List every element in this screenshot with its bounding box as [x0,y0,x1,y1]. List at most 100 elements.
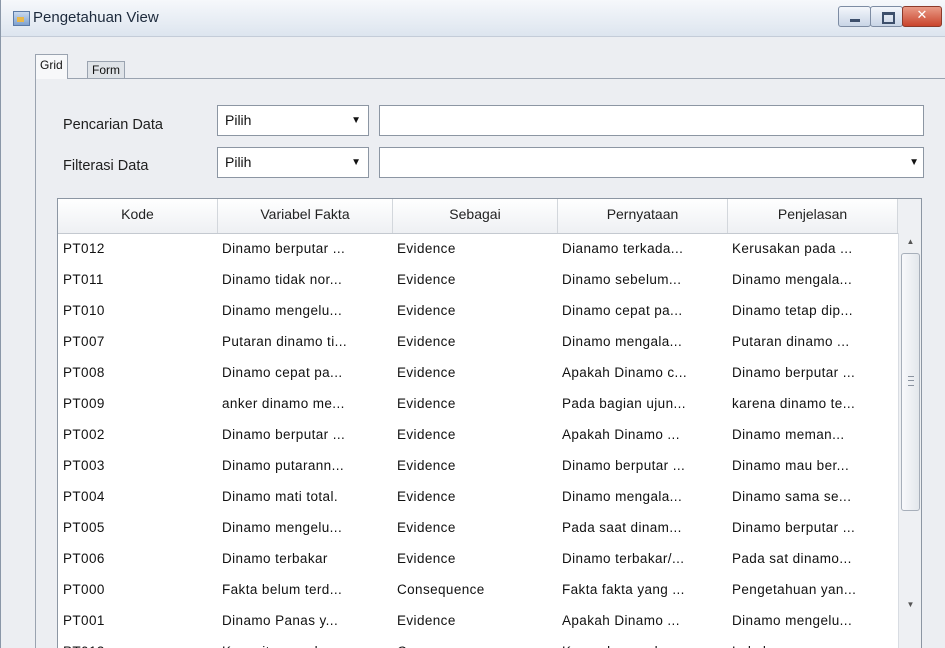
table-cell[interactable]: Dinamo sama se... [728,481,898,512]
table-row[interactable]: PT007 Putaran dinamo ti... Evidence Dina… [58,326,898,357]
table-cell[interactable]: karena dinamo te... [728,388,898,419]
table-cell[interactable]: Dinamo terbakar [218,543,393,574]
table-cell[interactable]: Evidence [393,481,558,512]
table-row[interactable]: PT004 Dinamo mati total. Evidence Dinamo… [58,481,898,512]
table-cell[interactable]: Evidence [393,295,558,326]
table-cell[interactable]: Dinamo sebelum... [558,264,728,295]
column-header-variabel-fakta[interactable]: Variabel Fakta [218,199,393,233]
table-cell[interactable]: Dinamo mengelu... [218,295,393,326]
table-cell[interactable]: Dinamo berputar ... [728,512,898,543]
table-cell[interactable]: Evidence [393,388,558,419]
table-row[interactable]: PT000 Fakta belum terd... Consequence Fa… [58,574,898,605]
table-cell[interactable]: Evidence [393,512,558,543]
table-row[interactable]: PT005 Dinamo mengelu... Evidence Pada sa… [58,512,898,543]
table-cell[interactable]: Lakukan pengga... [728,636,898,648]
table-cell[interactable]: Dinamo berputar ... [218,233,393,264]
table-cell[interactable]: Putaran dinamo ... [728,326,898,357]
table-cell[interactable]: Kerusakan pada ... [558,636,728,648]
table-cell[interactable]: Consequence [393,636,558,648]
table-cell[interactable]: Dinamo Panas y... [218,605,393,636]
column-header-pernyataan[interactable]: Pernyataan [558,199,728,233]
table-cell[interactable]: PT003 [58,450,218,481]
table-cell[interactable]: Dinamo meman... [728,419,898,450]
table-cell[interactable]: Kapasitor rusak [218,636,393,648]
table-cell[interactable]: Pada sat dinamo... [728,543,898,574]
table-cell[interactable]: Dinamo putarann... [218,450,393,481]
table-row[interactable]: PT006 Dinamo terbakar Evidence Dinamo te… [58,543,898,574]
filter-column-select[interactable]: Pilih ▼ [217,147,369,178]
table-cell[interactable]: Dinamo mati total. [218,481,393,512]
table-cell[interactable]: PT008 [58,357,218,388]
table-cell[interactable]: Dinamo mengala... [728,264,898,295]
table-cell[interactable]: Pada saat dinam... [558,512,728,543]
column-header-penjelasan[interactable]: Penjelasan [728,199,898,233]
table-cell[interactable]: Dinamo berputar ... [728,357,898,388]
table-row[interactable]: PT012 Dinamo berputar ... Evidence Diana… [58,233,898,264]
filter-value-select[interactable]: ▼ [379,147,924,178]
table-cell[interactable]: PT010 [58,295,218,326]
tab-grid[interactable]: Grid [35,54,68,79]
minimize-button[interactable] [838,6,871,27]
table-cell[interactable]: PT007 [58,326,218,357]
tab-form[interactable]: Form [87,61,125,79]
table-cell[interactable]: anker dinamo me... [218,388,393,419]
table-cell[interactable]: Evidence [393,326,558,357]
table-cell[interactable]: Apakah Dinamo c... [558,357,728,388]
table-cell[interactable]: Putaran dinamo ti... [218,326,393,357]
table-cell[interactable]: PT000 [58,574,218,605]
table-cell[interactable]: Evidence [393,450,558,481]
maximize-button[interactable] [870,6,903,27]
close-button[interactable] [902,6,942,27]
table-cell[interactable]: PT002 [58,419,218,450]
search-column-select[interactable]: Pilih ▼ [217,105,369,136]
table-row[interactable]: PT010 Dinamo mengelu... Evidence Dinamo … [58,295,898,326]
scroll-up-arrow-icon[interactable]: ▲ [901,233,920,250]
title-bar[interactable]: Pengetahuan View [1,0,945,37]
column-header-kode[interactable]: Kode [58,199,218,233]
table-cell[interactable]: PT005 [58,512,218,543]
table-cell[interactable]: Evidence [393,419,558,450]
table-cell[interactable]: Apakah Dinamo ... [558,605,728,636]
table-cell[interactable]: Dinamo mengelu... [728,605,898,636]
column-header-sebagai[interactable]: Sebagai [393,199,558,233]
table-cell[interactable]: Dinamo cepat pa... [558,295,728,326]
table-cell[interactable]: Dinamo mengala... [558,481,728,512]
table-cell[interactable]: Pada bagian ujun... [558,388,728,419]
table-cell[interactable]: PT004 [58,481,218,512]
table-cell[interactable]: Evidence [393,264,558,295]
table-cell[interactable]: Dinamo tetap dip... [728,295,898,326]
table-cell[interactable]: Fakta belum terd... [218,574,393,605]
table-cell[interactable]: Pengetahuan yan... [728,574,898,605]
table-row[interactable]: PT003 Dinamo putarann... Evidence Dinamo… [58,450,898,481]
table-cell[interactable]: Dinamo terbakar/... [558,543,728,574]
table-cell[interactable]: Dinamo cepat pa... [218,357,393,388]
table-cell[interactable]: PT011 [58,264,218,295]
table-cell[interactable]: Evidence [393,357,558,388]
table-cell[interactable]: PT009 [58,388,218,419]
table-row[interactable]: PT011 Dinamo tidak nor... Evidence Dinam… [58,264,898,295]
table-cell[interactable]: Dinamo berputar ... [558,450,728,481]
table-row[interactable]: PT013 Kapasitor rusak Consequence Kerusa… [58,636,898,648]
table-cell[interactable]: Kerusakan pada ... [728,233,898,264]
table-cell[interactable]: PT006 [58,543,218,574]
scrollbar-thumb[interactable] [901,253,920,511]
table-cell[interactable]: Dinamo tidak nor... [218,264,393,295]
table-cell[interactable]: Dinamo mengelu... [218,512,393,543]
table-cell[interactable]: PT013 [58,636,218,648]
table-cell[interactable]: Apakah Dinamo ... [558,419,728,450]
table-cell[interactable]: Dinamo mau ber... [728,450,898,481]
scroll-down-arrow-icon[interactable]: ▼ [901,596,920,613]
vertical-scrollbar[interactable]: ▲ ▼ [898,233,921,648]
table-cell[interactable]: Dianamo terkada... [558,233,728,264]
search-input[interactable] [379,105,924,136]
table-cell[interactable]: Evidence [393,543,558,574]
table-row[interactable]: PT002 Dinamo berputar ... Evidence Apaka… [58,419,898,450]
table-cell[interactable]: Fakta fakta yang ... [558,574,728,605]
table-cell[interactable]: Consequence [393,574,558,605]
table-cell[interactable]: PT001 [58,605,218,636]
table-cell[interactable]: PT012 [58,233,218,264]
table-cell[interactable]: Dinamo mengala... [558,326,728,357]
table-row[interactable]: PT001 Dinamo Panas y... Evidence Apakah … [58,605,898,636]
table-row[interactable]: PT009 anker dinamo me... Evidence Pada b… [58,388,898,419]
table-cell[interactable]: Dinamo berputar ... [218,419,393,450]
